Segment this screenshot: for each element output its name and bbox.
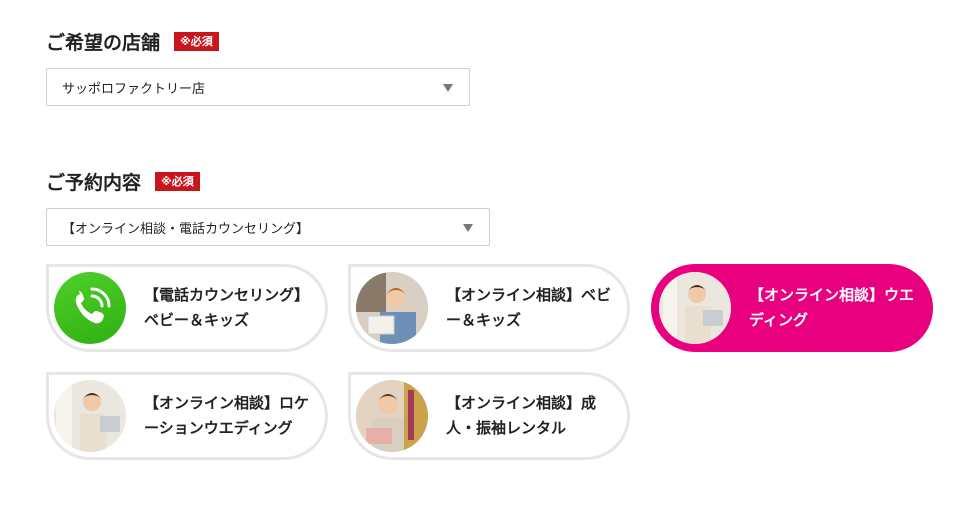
store-select-value: サッポロファクトリー店 [62, 81, 206, 97]
store-heading-text: ご希望の店舗 [46, 32, 161, 54]
store-heading: ご希望の店舗 ※必須 [46, 28, 219, 55]
required-badge: ※必須 [155, 172, 200, 191]
consultant-photo [659, 272, 731, 344]
reservation-select[interactable]: 【オンライン相談・電話カウンセリング】 [46, 208, 490, 246]
option-online-baby-kids[interactable]: 【オンライン相談】ベビー＆キッズ [348, 264, 630, 352]
option-label: 【オンライン相談】ウエディング [749, 286, 915, 329]
phone-icon [54, 272, 126, 344]
option-online-furisode[interactable]: 【オンライン相談】成人・振袖レンタル [348, 372, 630, 460]
option-label: 【オンライン相談】ロケーションウエディング [144, 394, 310, 437]
dropdown-arrow-icon [463, 224, 473, 232]
option-label: 【オンライン相談】成人・振袖レンタル [446, 394, 597, 437]
reservation-select-value: 【オンライン相談・電話カウンセリング】 [62, 221, 310, 237]
option-phone-baby-kids[interactable]: 【電話カウンセリング】ベビー＆キッズ [46, 264, 328, 352]
store-select[interactable]: サッポロファクトリー店 [46, 68, 470, 106]
reservation-heading-text: ご予約内容 [46, 172, 142, 194]
reservation-heading: ご予約内容 ※必須 [46, 168, 200, 195]
consultant-photo [356, 272, 428, 344]
option-online-location-wedding[interactable]: 【オンライン相談】ロケーションウエディング [46, 372, 328, 460]
option-label: 【電話カウンセリング】ベビー＆キッズ [144, 286, 310, 329]
option-online-wedding[interactable]: 【オンライン相談】ウエディング [651, 264, 933, 352]
consultant-photo [356, 380, 428, 452]
dropdown-arrow-icon [443, 84, 453, 92]
required-badge: ※必須 [174, 32, 219, 51]
consultant-photo [54, 380, 126, 452]
option-label: 【オンライン相談】ベビー＆キッズ [446, 286, 612, 329]
